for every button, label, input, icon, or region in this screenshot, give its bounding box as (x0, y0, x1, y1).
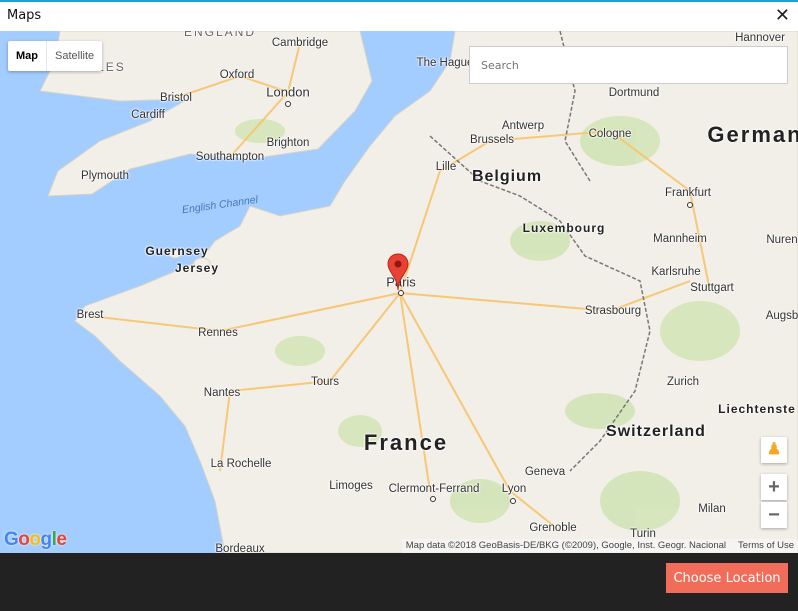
country-label: Liechtenste (718, 402, 796, 416)
map-type-control: Map Satellite (8, 41, 103, 71)
city-label: Stuttgart (690, 282, 734, 294)
island-label: Jersey (174, 261, 220, 275)
city-label: Limoges (329, 480, 373, 492)
city-label: Oxford (219, 69, 255, 81)
city-label: Nantes (203, 387, 241, 399)
city-label: Cardiff (131, 109, 165, 121)
city-label: Brighton (266, 137, 310, 149)
city-label: Lille (435, 161, 457, 173)
city-label: Mannheim (653, 233, 707, 245)
island-label: Guernsey (145, 244, 209, 258)
location-marker-icon[interactable] (387, 253, 409, 291)
country-label: France (363, 430, 449, 455)
google-logo: Google (4, 529, 67, 550)
map-attribution: Map data ©2018 GeoBasis-DE/BKG (©2009), … (401, 539, 798, 553)
city-label: Geneva (524, 466, 566, 478)
map-type-map-button[interactable]: Map (8, 41, 47, 71)
city-label: Strasbourg (584, 305, 642, 317)
city-label: Bristol (160, 92, 192, 104)
country-label: Luxembourg (522, 221, 606, 235)
city-label: Tours (310, 376, 340, 388)
city-label: Hannover (735, 32, 785, 44)
city-label: Milan (698, 503, 726, 515)
city-label: Southampton (195, 151, 265, 163)
city-label: Augsb (765, 310, 798, 322)
capital-dot (285, 101, 291, 107)
city-label: Karlsruhe (651, 266, 701, 278)
city-label: Lyon (501, 483, 527, 495)
city-label: Clermont-Ferrand (388, 483, 480, 495)
city-label: Frankfurt (664, 187, 712, 199)
terms-of-use-link[interactable]: Terms of Use (738, 540, 794, 552)
city-label: Brussels (469, 134, 515, 146)
city-dot (687, 202, 693, 208)
zoom-out-button[interactable]: − (761, 502, 787, 528)
zoom-in-button[interactable]: + (761, 474, 787, 500)
city-label: Brest (76, 309, 104, 321)
footer-bar: Choose Location (0, 553, 798, 611)
country-label: German (707, 122, 798, 147)
region-label: ENGLAND (183, 31, 257, 39)
city-label: Plymouth (81, 170, 129, 182)
city-label: Rennes (198, 327, 238, 339)
window-title: Maps (7, 8, 42, 23)
city-label: Zurich (667, 376, 699, 388)
city-label: London (266, 84, 310, 100)
city-label: The Hague (416, 57, 474, 69)
country-label: Switzerland (606, 423, 706, 440)
city-label: Cambridge (271, 37, 329, 49)
street-view-pegman-icon[interactable]: ♟ (761, 437, 787, 463)
search-input[interactable] (469, 46, 788, 84)
city-label: Cologne (588, 128, 632, 140)
city-label: Bordeaux (215, 543, 265, 553)
title-bar: Maps ✕ (0, 0, 798, 31)
close-icon[interactable]: ✕ (775, 5, 790, 26)
city-label: Antwerp (501, 120, 545, 132)
city-label: Grenoble (529, 522, 577, 534)
city-label: Dortmund (608, 87, 660, 99)
choose-location-button[interactable]: Choose Location (666, 563, 788, 593)
city-dot (510, 498, 516, 504)
city-label: La Rochelle (210, 458, 272, 470)
map-canvas[interactable]: ENGLAND WALES Belgium Luxembourg Switzer… (0, 31, 798, 553)
map-type-satellite-button[interactable]: Satellite (47, 41, 102, 71)
attribution-text: Map data ©2018 GeoBasis-DE/BKG (©2009), … (405, 540, 727, 551)
country-label: Belgium (471, 168, 543, 185)
city-dot (430, 496, 436, 502)
city-label: Nuren (766, 234, 798, 246)
